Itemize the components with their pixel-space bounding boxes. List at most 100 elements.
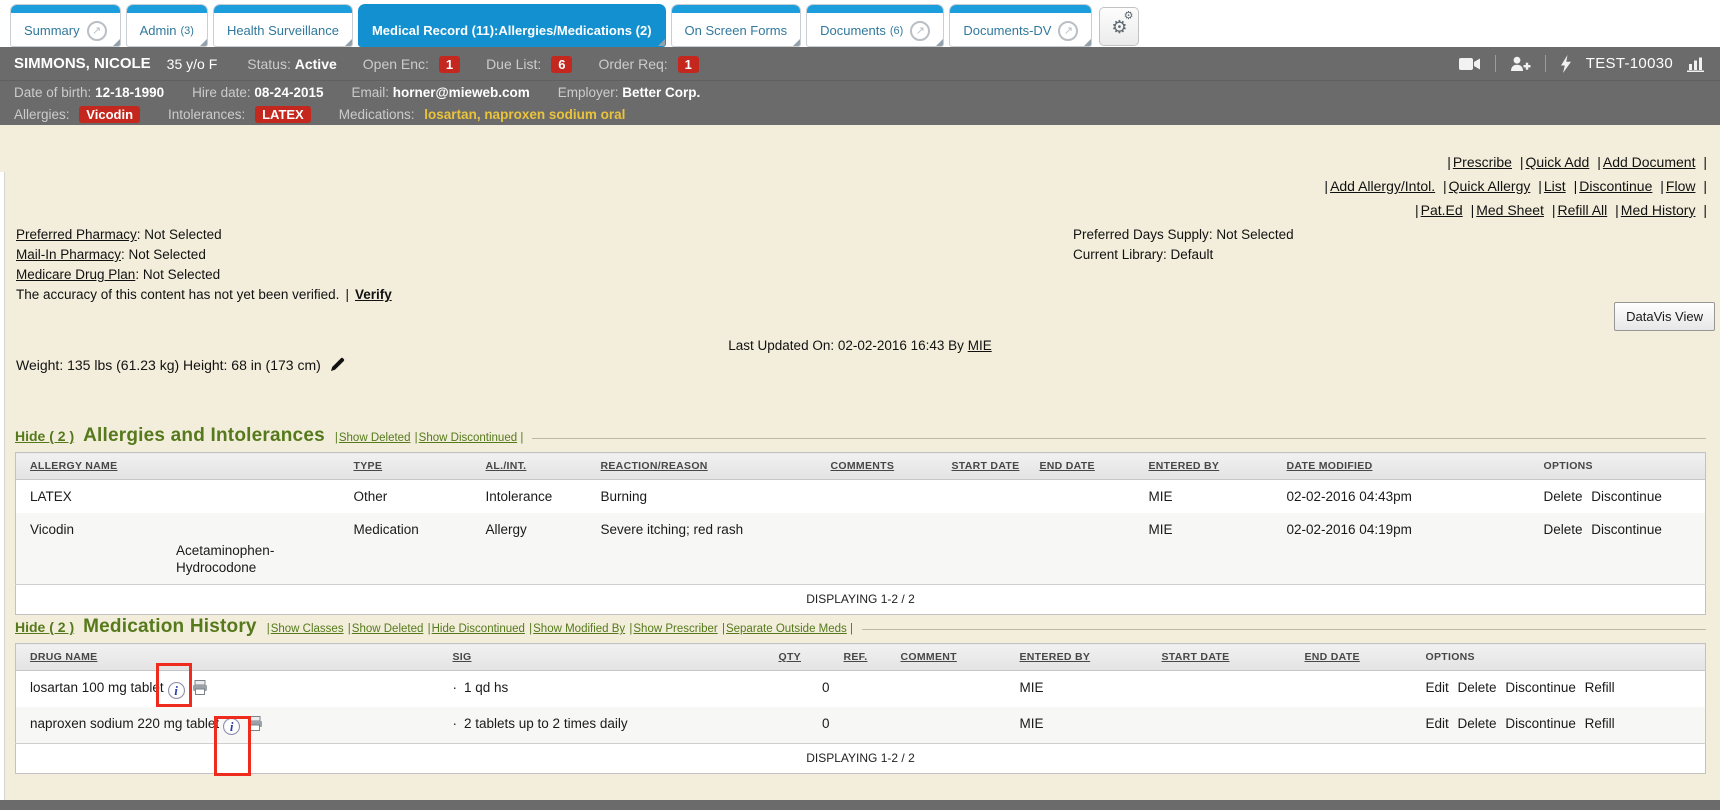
edit-pencil-icon[interactable] — [330, 357, 345, 372]
col-entered-by[interactable]: ENTERED BY — [1135, 453, 1273, 480]
open-enc-badge[interactable]: 1 — [439, 56, 460, 73]
add-allergy-intol-link[interactable]: Add Allergy/Intol. — [1320, 178, 1435, 194]
discontinue-option[interactable]: Discontinue — [1505, 680, 1576, 695]
col-allergy-name[interactable]: ALLERGY NAME — [16, 453, 340, 480]
medications-summary: Medications: losartan, naproxen sodium o… — [339, 107, 626, 122]
flow-link[interactable]: Flow — [1656, 178, 1695, 194]
current-library-link[interactable]: Current Library — [1073, 247, 1163, 262]
col-comment[interactable]: COMMENT — [887, 644, 1006, 671]
col-al-int[interactable]: AL./INT. — [472, 453, 587, 480]
print-icon[interactable] — [247, 716, 263, 731]
pharmacy-block: Preferred Pharmacy: Not Selected Mail-In… — [16, 225, 392, 305]
col-qty[interactable]: QTY — [765, 644, 830, 671]
edit-option[interactable]: Edit — [1426, 680, 1449, 695]
pat-ed-link[interactable]: Pat.Ed — [1411, 202, 1463, 218]
sig-cell: ·1 qd hs — [439, 671, 765, 708]
show-deleted-link[interactable]: Show Deleted — [334, 432, 411, 444]
col-start-date[interactable]: START DATE — [1148, 644, 1291, 671]
tab-documents[interactable]: Documents (6) ↗ — [806, 4, 944, 47]
discontinue-option[interactable]: Discontinue — [1591, 522, 1662, 537]
order-req-badge[interactable]: 1 — [678, 56, 699, 73]
preferred-pharmacy-link[interactable]: Preferred Pharmacy — [16, 227, 137, 242]
medicare-plan-link[interactable]: Medicare Drug Plan — [16, 267, 135, 282]
delete-option[interactable]: Delete — [1458, 680, 1497, 695]
external-link-icon[interactable]: ↗ — [87, 21, 107, 41]
col-reaction[interactable]: REACTION/REASON — [587, 453, 817, 480]
tab-label: Admin — [140, 23, 177, 38]
open-encounters: Open Enc: 1 — [363, 56, 460, 72]
external-link-icon[interactable]: ↗ — [910, 21, 930, 41]
delete-option[interactable]: Delete — [1544, 522, 1583, 537]
edit-option[interactable]: Edit — [1426, 716, 1449, 731]
med-sheet-link[interactable]: Med Sheet — [1467, 202, 1544, 218]
mie-user-link[interactable]: MIE — [968, 338, 992, 353]
medications-list[interactable]: losartan, naproxen sodium oral — [424, 107, 625, 122]
col-drug-name[interactable]: DRUG NAME — [16, 644, 439, 671]
col-end-date[interactable]: END DATE — [1291, 644, 1412, 671]
tab-health-surveillance[interactable]: Health Surveillance — [213, 4, 353, 47]
discontinue-option[interactable]: Discontinue — [1505, 716, 1576, 731]
discontinue-link[interactable]: Discontinue — [1570, 178, 1653, 194]
add-document-link[interactable]: Add Document — [1593, 154, 1695, 170]
tab-summary[interactable]: Summary ↗ — [10, 4, 121, 47]
med-history-link[interactable]: Med History — [1611, 202, 1695, 218]
delete-option[interactable]: Delete — [1458, 716, 1497, 731]
col-ref[interactable]: REF. — [830, 644, 887, 671]
drug-info-icon[interactable]: i — [168, 682, 185, 699]
col-comments[interactable]: COMMENTS — [817, 453, 938, 480]
refill-option[interactable]: Refill — [1585, 716, 1615, 731]
prescribe-link[interactable]: Prescribe — [1443, 154, 1512, 170]
quick-add-link[interactable]: Quick Add — [1516, 154, 1589, 170]
delete-option[interactable]: Delete — [1544, 489, 1583, 504]
days-supply-link[interactable]: Preferred Days Supply — [1073, 227, 1209, 242]
bottom-bar — [0, 800, 1720, 810]
col-type[interactable]: TYPE — [340, 453, 472, 480]
external-link-icon[interactable]: ↗ — [1058, 21, 1078, 41]
col-date-modified[interactable]: DATE MODIFIED — [1273, 453, 1530, 480]
allergies-section-header: Hide ( 2 ) Allergies and Intolerances Sh… — [15, 425, 1706, 447]
verify-line: The accuracy of this content has not yet… — [16, 285, 392, 305]
print-icon[interactable] — [192, 680, 208, 695]
col-sig[interactable]: SIG — [439, 644, 765, 671]
show-modified-by-link[interactable]: Show Modified By — [528, 623, 625, 635]
show-discontinued-link[interactable]: Show Discontinued — [414, 432, 517, 444]
show-prescriber-link[interactable]: Show Prescriber — [628, 623, 717, 635]
col-end-date[interactable]: END DATE — [1026, 453, 1135, 480]
due-list-badge[interactable]: 6 — [551, 56, 572, 73]
tab-medical-record-active[interactable]: Medical Record (11):Allergies/Medication… — [358, 4, 666, 47]
show-classes-link[interactable]: Show Classes — [266, 623, 344, 635]
med-row-losartan: losartan 100 mg tableti ·1 qd hs 0 MIE E… — [16, 671, 1706, 708]
chart-icon[interactable] — [1687, 56, 1706, 72]
intolerance-badge[interactable]: LATEX — [255, 106, 311, 123]
mailin-pharmacy-link[interactable]: Mail-In Pharmacy — [16, 247, 121, 262]
lightning-bolt-icon[interactable] — [1560, 55, 1572, 73]
medicare-plan-line: Medicare Drug Plan: Not Selected — [16, 265, 392, 285]
verify-link[interactable]: Verify — [355, 287, 392, 302]
col-entered-by[interactable]: ENTERED BY — [1006, 644, 1148, 671]
quick-allergy-link[interactable]: Quick Allergy — [1439, 178, 1530, 194]
refill-option[interactable]: Refill — [1585, 680, 1615, 695]
refill-all-link[interactable]: Refill All — [1548, 202, 1607, 218]
settings-button[interactable]: ⚙ ⚙ — [1099, 7, 1139, 46]
show-deleted-link[interactable]: Show Deleted — [347, 623, 424, 635]
add-person-icon[interactable] — [1510, 56, 1531, 72]
days-supply-line: Preferred Days Supply: Not Selected — [1073, 225, 1294, 245]
hide-discontinued-link[interactable]: Hide Discontinued — [427, 623, 525, 635]
allergy-badge[interactable]: Vicodin — [79, 106, 140, 123]
tab-admin[interactable]: Admin (3) — [126, 4, 208, 47]
generic-name: Acetaminophen-Hydrocodone — [30, 538, 340, 576]
list-link[interactable]: List — [1534, 178, 1565, 194]
tab-bar: Summary ↗ Admin (3) Health Surveillance … — [0, 0, 1720, 47]
tab-on-screen-forms[interactable]: On Screen Forms — [671, 4, 802, 47]
discontinue-option[interactable]: Discontinue — [1591, 489, 1662, 504]
datavis-view-button[interactable]: DataVis View — [1614, 302, 1715, 331]
drug-info-icon[interactable]: i — [223, 718, 240, 735]
video-camera-icon[interactable] — [1459, 57, 1481, 71]
tab-label: Documents-DV — [963, 23, 1051, 38]
meds-hide-link[interactable]: Hide ( 2 ) — [15, 619, 74, 635]
col-start-date[interactable]: START DATE — [938, 453, 1026, 480]
allergy-options-cell: Delete Discontinue — [1530, 480, 1706, 514]
tab-documents-dv[interactable]: Documents-DV ↗ — [949, 4, 1092, 47]
separate-outside-meds-link[interactable]: Separate Outside Meds — [721, 623, 847, 635]
allergies-hide-link[interactable]: Hide ( 2 ) — [15, 428, 74, 444]
